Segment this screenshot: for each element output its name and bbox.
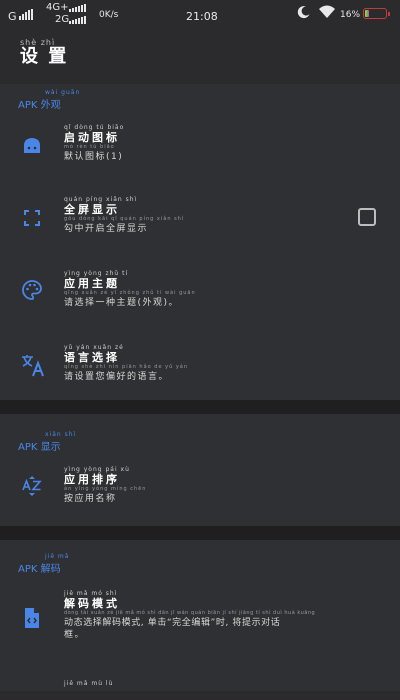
battery-percent: 16% — [340, 10, 361, 20]
item-title-pinyin: jiě mǎ mó shì — [64, 590, 118, 597]
item-subtitle-pinyin: qǐng shè zhì nín piān hǎo de yǔ yán — [64, 364, 189, 370]
section-title-pinyin: wài guān — [45, 89, 81, 96]
palette-icon — [20, 278, 44, 302]
network-type-bottom: 2G — [55, 14, 70, 25]
list-item-language[interactable]: yǔ yán xuǎn zé 语言选择 qǐng shè zhì nín piā… — [0, 344, 400, 394]
item-title-pinyin: yìng yòng pái xù — [64, 466, 130, 473]
section-title: APK 解码 — [18, 564, 61, 575]
list-item-fullscreen[interactable]: quán píng xiǎn shì 全屏显示 gōu dòng kāi qǐ … — [0, 196, 400, 246]
item-title: 启动图标 — [64, 131, 120, 144]
list-item-app-sort[interactable]: yìng yòng pái xù 应用排序 àn yìng yòng míng … — [0, 464, 400, 514]
item-subtitle-pinyin: mò rèn tú biāo — [64, 144, 115, 150]
list-item-launch-icon[interactable]: qǐ dòng tú biāo 启动图标 mò rèn tú biāo 默认图标… — [0, 122, 400, 172]
sort-az-icon — [20, 474, 44, 498]
item-subtitle: 勾中开启全屏显示 — [64, 224, 149, 234]
list-item-decode-directory[interactable]: jiě mǎ mù lù — [0, 680, 400, 700]
item-title-pinyin: jiě mǎ mù lù — [64, 680, 114, 687]
section-display: APK 显示 xiǎn shì yìng yòng pái xù 应用排序 àn… — [0, 414, 400, 526]
battery-icon — [363, 8, 390, 19]
moon-icon — [297, 5, 311, 22]
item-title: 语言选择 — [64, 351, 120, 364]
network-type-top: 4G+ — [46, 2, 69, 13]
status-bar: G 4G+ 2G 0K/s 21:08 16% — [0, 0, 400, 32]
item-title: 应用主题 — [64, 277, 120, 290]
fullscreen-checkbox[interactable] — [358, 208, 376, 226]
section-header: APK 显示 xiǎn shì — [18, 431, 75, 453]
section-appearance: APK 外观 wài guān qǐ dòng tú biāo 启动图标 mò … — [0, 84, 400, 400]
item-subtitle: 请设置您偏好的语言。 — [64, 372, 170, 382]
item-subtitle-pinyin: qǐng xuǎn zé yī zhǒng zhǔ tí wài guān — [64, 290, 196, 296]
section-divider — [0, 400, 400, 414]
section-decode: APK 解码 jiě mǎ jiě mǎ mó shì 解码模式 dòng tà… — [0, 540, 400, 691]
item-title-pinyin: yìng yòng zhǔ tí — [64, 270, 129, 277]
item-subtitle: 按应用名称 — [64, 494, 117, 504]
item-title-pinyin: quán píng xiǎn shì — [64, 196, 138, 203]
item-subtitle-line2: 框。 — [64, 630, 86, 640]
signal-icon — [69, 16, 86, 24]
item-title: 全屏显示 — [64, 203, 120, 216]
page-header: shè zhì 设 置 — [20, 38, 68, 67]
item-subtitle: 请选择一种主题(外观)。 — [64, 298, 180, 308]
clock: 21:08 — [186, 10, 218, 23]
list-item-app-theme[interactable]: yìng yòng zhǔ tí 应用主题 qǐng xuǎn zé yī zh… — [0, 268, 400, 318]
translate-icon — [20, 352, 44, 377]
code-file-icon — [20, 606, 44, 630]
section-title-pinyin: xiǎn shì — [45, 431, 77, 438]
signal-icon — [69, 4, 86, 12]
carrier-label: G — [8, 10, 17, 23]
signal-icon — [19, 9, 33, 20]
item-subtitle: 动态选择解码模式, 单击“完全编辑”时, 将提示对话 — [64, 618, 281, 628]
item-subtitle-pinyin: dòng tài xuǎn zé jiě mǎ mó shì dān jī wá… — [64, 610, 316, 616]
item-title: 应用排序 — [64, 473, 120, 486]
wifi-icon — [318, 5, 336, 22]
item-subtitle-pinyin: àn yìng yòng míng chēn — [64, 486, 147, 492]
android-icon — [20, 135, 44, 159]
page-title: 设 置 — [20, 46, 69, 67]
section-title-pinyin: jiě mǎ — [45, 553, 70, 560]
section-divider — [0, 526, 400, 540]
section-title: APK 外观 — [18, 100, 61, 111]
section-header: APK 解码 jiě mǎ — [18, 553, 68, 575]
list-item-decode-mode[interactable]: jiě mǎ mó shì 解码模式 dòng tài xuǎn zé jiě … — [0, 588, 400, 658]
item-subtitle-pinyin: gōu dòng kāi qǐ quán píng xiǎn shì — [64, 216, 185, 222]
section-title: APK 显示 — [18, 442, 61, 453]
item-title-pinyin: qǐ dòng tú biāo — [64, 124, 125, 131]
fullscreen-icon — [20, 206, 44, 230]
item-title-pinyin: yǔ yán xuǎn zé — [64, 344, 124, 351]
section-header: APK 外观 wài guān — [18, 89, 79, 111]
item-title: 解码模式 — [64, 597, 120, 610]
item-subtitle: 默认图标(1) — [64, 152, 124, 162]
network-speed: 0K/s — [99, 10, 119, 20]
